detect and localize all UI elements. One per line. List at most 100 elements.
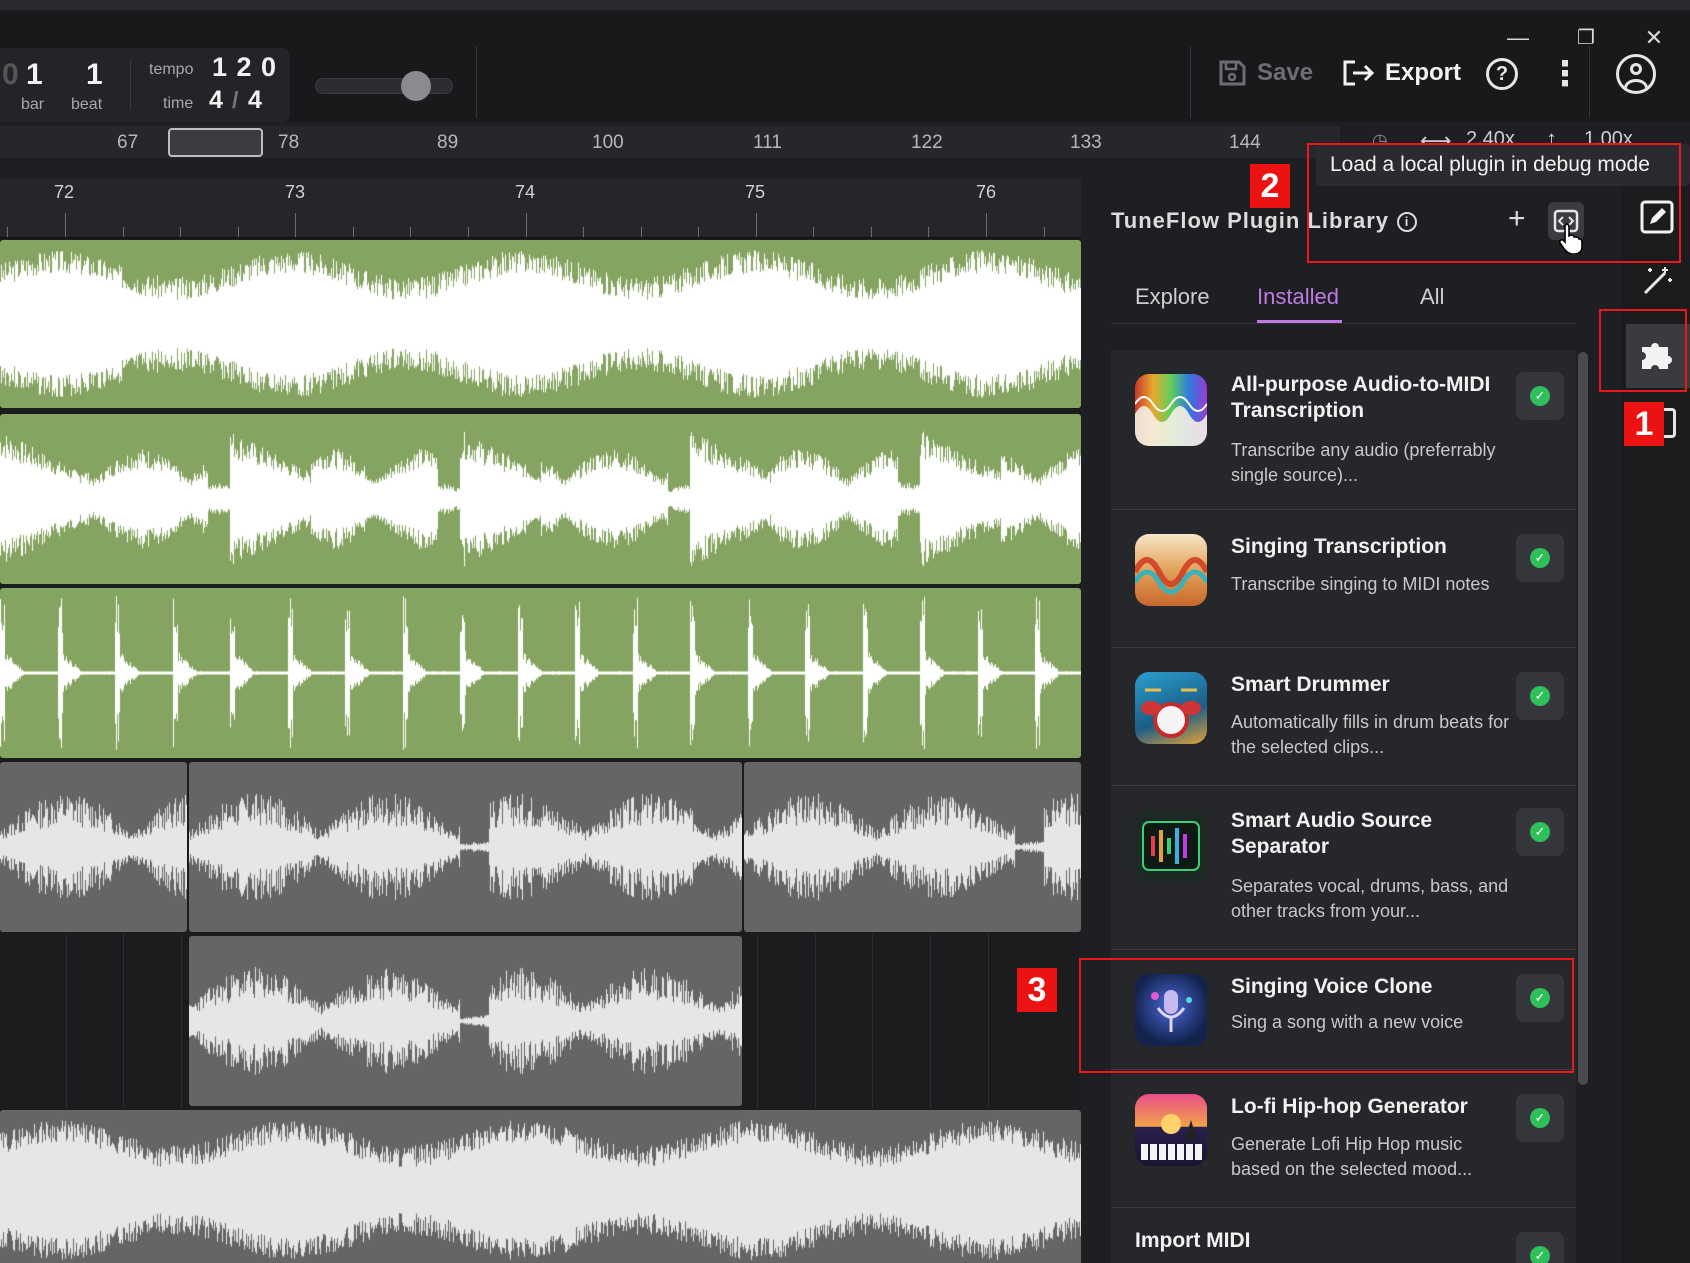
volume-slider[interactable] [315,78,453,94]
user-avatar-icon[interactable] [1616,54,1656,94]
plugin-name: Import MIDI [1135,1229,1251,1252]
save-button[interactable]: Save [1217,58,1313,88]
check-icon: ✓ [1530,1246,1550,1263]
track-4[interactable] [0,760,1081,934]
waveform [0,762,187,932]
overview-tick: 144 [1229,132,1261,153]
waveform [0,588,1081,758]
beat-label: beat [71,96,103,113]
bar-number: 76 [976,182,997,202]
audio-clip[interactable] [0,588,1081,758]
installed-toggle[interactable]: ✓ [1516,1232,1564,1263]
plugin-item[interactable]: Import MIDI ✓ [1111,1208,1576,1263]
ruler-tick [928,227,929,237]
beat-value: 1 [86,58,103,91]
export-icon [1343,60,1375,86]
installed-toggle[interactable]: ✓ [1516,534,1564,582]
track-3[interactable] [0,586,1081,760]
check-icon: ✓ [1530,1108,1550,1128]
tempo-value[interactable]: 1 2 0 [212,52,277,83]
annotation-box [1079,958,1574,1073]
time-signature-numerator[interactable]: 4 [209,86,223,115]
track-area[interactable] [0,238,1081,1263]
overview-track[interactable]: 67 78 89 100 111 122 133 144 [0,126,1340,158]
audio-clip[interactable] [0,762,187,932]
grid-line [815,934,816,1108]
plugin-library-panel: TuneFlow Plugin Library i + Explore Insta… [1081,178,1622,1263]
grid-line [66,934,67,1108]
waveform [0,1110,1081,1263]
time-label: time [163,95,194,112]
tab-installed[interactable]: Installed [1257,284,1339,310]
installed-toggle[interactable]: ✓ [1516,372,1564,420]
overview-tick: 67 [117,132,139,153]
maximize-icon[interactable]: ❐ [1568,24,1604,52]
ruler-tick [123,227,124,237]
ruler-tick [813,227,814,237]
tab-explore[interactable]: Explore [1135,284,1210,310]
installed-toggle[interactable]: ✓ [1516,672,1564,720]
track-5[interactable] [0,934,1081,1108]
check-icon: ✓ [1530,822,1550,842]
ruler-tick [295,213,296,237]
plugin-item[interactable]: Singing Transcription Transcribe singing… [1111,510,1576,648]
installed-toggle[interactable]: ✓ [1516,1094,1564,1142]
bar-number: 74 [515,182,536,202]
plugin-item[interactable]: All-purpose Audio-to-MIDI Transcription … [1111,350,1576,510]
audio-clip[interactable] [189,936,742,1106]
plugin-name: Smart Audio Source Separator [1231,809,1433,858]
waveform [0,414,1081,584]
overview-tick: 78 [278,132,300,153]
track-6[interactable] [0,1108,1081,1263]
audio-clip[interactable] [744,762,1081,932]
bar-label: bar [21,96,45,113]
minimize-icon[interactable]: — [1500,24,1536,52]
ruler-tick [410,227,411,237]
export-button[interactable]: Export [1341,58,1461,88]
bar-prefix: 0 [2,58,19,91]
check-icon: ✓ [1530,548,1550,568]
plugin-item[interactable]: Lo-fi Hip-hop Generator Generate Lofi Hi… [1111,1070,1576,1208]
ruler-tick [468,227,469,237]
help-icon[interactable]: ? [1486,58,1518,90]
overview-tick: 100 [592,132,624,153]
overview-tick: 89 [437,132,459,153]
lofi-generator-plugin-icon [1135,1094,1207,1166]
toolbar-divider [1589,46,1590,118]
ruler-tick [353,227,354,237]
plugin-item[interactable]: Smart Drummer Automatically fills in dru… [1111,648,1576,786]
plugin-list-scrollbar[interactable] [1578,352,1588,1085]
overview-viewport-handle[interactable] [168,128,263,157]
plugin-name: All-purpose Audio-to-MIDI Transcription [1231,373,1491,422]
grid-line [872,934,873,1108]
volume-slider-thumb[interactable] [401,71,431,101]
tempo-label: tempo [149,61,194,78]
installed-toggle[interactable]: ✓ [1516,808,1564,856]
ruler-tick [65,213,66,237]
time-signature-denominator[interactable]: 4 [248,86,262,115]
track-2[interactable] [0,410,1081,586]
close-icon[interactable]: ✕ [1636,24,1672,52]
more-menu-icon[interactable]: ⋮ [1548,54,1582,94]
track-1[interactable] [0,238,1081,410]
audio-clip[interactable] [189,762,742,932]
ruler-tick [7,227,8,237]
plugin-item[interactable]: Smart Audio Source Separator Separates v… [1111,786,1576,950]
check-icon: ✓ [1530,686,1550,706]
overview-tick: 111 [753,132,782,153]
overview-tick: 133 [1070,132,1102,153]
ruler-tick [180,227,181,237]
audio-clip[interactable] [0,1110,1081,1263]
ruler-tick [526,213,527,237]
waveform [744,762,1081,932]
ai-tools-button[interactable] [1632,256,1682,306]
plugin-list: All-purpose Audio-to-MIDI Transcription … [1111,350,1576,1263]
audio-clip[interactable] [0,414,1081,584]
tab-all[interactable]: All [1420,284,1444,310]
toolbar-divider [1190,46,1191,118]
library-tabs: Explore Installed All [1111,274,1576,324]
audio-clip[interactable] [0,240,1081,408]
plugin-description: Generate Lofi Hip Hop music based on the… [1231,1134,1473,1179]
save-label: Save [1257,59,1314,86]
timeline-ruler[interactable]: 72 73 74 75 76 [0,178,1081,238]
